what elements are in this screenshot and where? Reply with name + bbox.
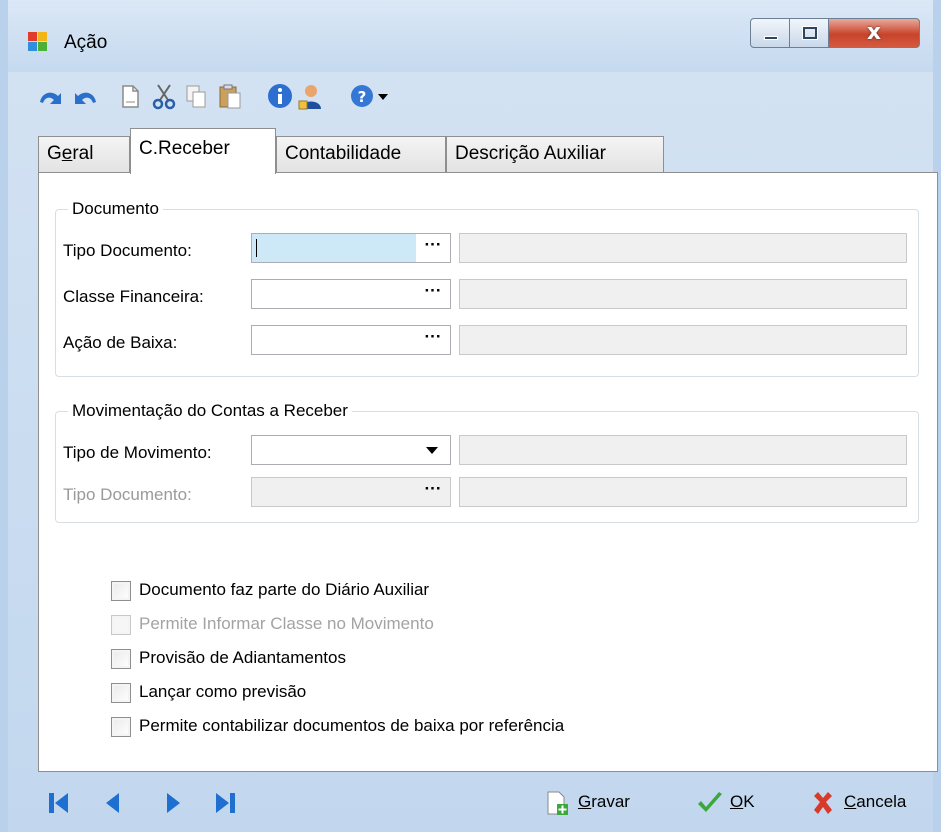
- close-icon: x: [866, 20, 882, 45]
- copy-icon[interactable]: [182, 82, 210, 110]
- classe-financeira-lookup-button[interactable]: ···: [416, 280, 450, 308]
- checkbox-square: [111, 615, 131, 635]
- cancel-button-label: Cancela: [844, 792, 907, 811]
- cancel-button[interactable]: Cancela: [810, 788, 932, 818]
- tipo-documento-description: [459, 233, 907, 263]
- tipo-de-movimento-select[interactable]: [251, 435, 451, 465]
- tab-panel-c-receber: Documento Tipo Documento: ··· Classe Fin…: [38, 172, 938, 772]
- user-icon[interactable]: [296, 82, 324, 110]
- title-bar[interactable]: Ação x: [8, 0, 933, 72]
- checkbox-diario-auxiliar-label: Documento faz parte do Diário Auxiliar: [139, 580, 430, 599]
- tab-geral-label-end: ral: [72, 143, 94, 164]
- tab-descricao-auxiliar-label: Descrição Auxiliar: [455, 143, 606, 164]
- label-tipo-documento: Tipo Documento:: [63, 241, 192, 260]
- ok-button-label: OK: [730, 792, 755, 811]
- checkbox-square[interactable]: [111, 649, 131, 669]
- tipo-documento-movimento-lookup-button: ···: [416, 478, 450, 506]
- cut-icon[interactable]: [150, 82, 178, 110]
- label-tipo-documento-movimento: Tipo Documento:: [63, 485, 192, 504]
- ok-button[interactable]: OK: [696, 788, 776, 818]
- acao-de-baixa-description: [459, 325, 907, 355]
- previous-record-icon[interactable]: [100, 790, 126, 816]
- new-document-icon[interactable]: [116, 82, 144, 110]
- checkbox-provisao-adiantamentos-label: Provisão de Adiantamentos: [139, 648, 346, 667]
- group-documento-title: Documento: [68, 199, 163, 219]
- label-tipo-de-movimento: Tipo de Movimento:: [63, 443, 212, 462]
- next-record-icon[interactable]: [160, 790, 186, 816]
- text-caret: [256, 239, 257, 257]
- save-icon: [547, 791, 568, 815]
- tab-geral-label-start: G: [47, 143, 62, 164]
- checkbox-square[interactable]: [111, 581, 131, 601]
- window-title: Ação: [64, 32, 108, 53]
- classe-financeira-description: [459, 279, 907, 309]
- redo-icon[interactable]: [72, 82, 100, 110]
- checkbox-square[interactable]: [111, 717, 131, 737]
- app-icon: [28, 32, 48, 52]
- svg-text:?: ?: [358, 88, 367, 106]
- help-icon[interactable]: ?: [348, 82, 376, 110]
- tab-contabilidade[interactable]: Contabilidade: [276, 136, 446, 172]
- save-button-label: Gravar: [578, 792, 630, 811]
- toolbar: ?: [30, 78, 530, 114]
- dropdown-arrow-icon[interactable]: [374, 82, 402, 110]
- tab-geral-mnemonic: e: [61, 143, 73, 164]
- checkbox-square[interactable]: [111, 683, 131, 703]
- group-movimentacao-title: Movimentação do Contas a Receber: [68, 401, 352, 421]
- close-button[interactable]: x: [828, 18, 920, 48]
- minimize-icon: [764, 36, 778, 40]
- tab-strip: Geral C.Receber Contabilidade Descrição …: [38, 128, 938, 174]
- first-record-icon[interactable]: [46, 790, 72, 816]
- close-icon: [814, 792, 832, 814]
- label-classe-financeira: Classe Financeira:: [63, 287, 204, 306]
- undo-icon[interactable]: [36, 82, 64, 110]
- minimize-button[interactable]: [750, 18, 790, 48]
- acao-de-baixa-input[interactable]: ···: [251, 325, 451, 355]
- save-button[interactable]: Gravar: [544, 788, 654, 818]
- label-acao-de-baixa: Ação de Baixa:: [63, 333, 178, 352]
- tab-c-receber[interactable]: C.Receber: [130, 128, 276, 174]
- tab-descricao-auxiliar[interactable]: Descrição Auxiliar: [446, 136, 664, 172]
- paste-icon[interactable]: [216, 82, 244, 110]
- maximize-button[interactable]: [789, 18, 829, 48]
- tipo-de-movimento-description: [459, 435, 907, 465]
- checkbox-baixa-referencia-label: Permite contabilizar documentos de baixa…: [139, 716, 565, 735]
- tipo-documento-movimento-input: ···: [251, 477, 451, 507]
- tab-c-receber-label: C.Receber: [139, 138, 230, 159]
- chevron-down-icon[interactable]: [426, 447, 438, 454]
- classe-financeira-input[interactable]: ···: [251, 279, 451, 309]
- checkbox-lancar-previsao-label: Lançar como previsão: [139, 682, 307, 701]
- maximize-icon: [803, 27, 817, 39]
- checkbox-informar-classe-label: Permite Informar Classe no Movimento: [139, 614, 434, 633]
- tipo-documento-lookup-button[interactable]: ···: [416, 234, 450, 262]
- acao-de-baixa-lookup-button[interactable]: ···: [416, 326, 450, 354]
- tab-contabilidade-label: Contabilidade: [285, 143, 402, 164]
- checkmark-icon: [698, 792, 722, 812]
- dialog-window: Ação x ? Geral C.Receber Contabilidade D…: [0, 0, 941, 832]
- last-record-icon[interactable]: [212, 790, 238, 816]
- tab-geral[interactable]: Geral: [38, 136, 130, 172]
- info-icon[interactable]: [266, 82, 294, 110]
- tipo-documento-movimento-description: [459, 477, 907, 507]
- tipo-documento-input[interactable]: ···: [251, 233, 451, 263]
